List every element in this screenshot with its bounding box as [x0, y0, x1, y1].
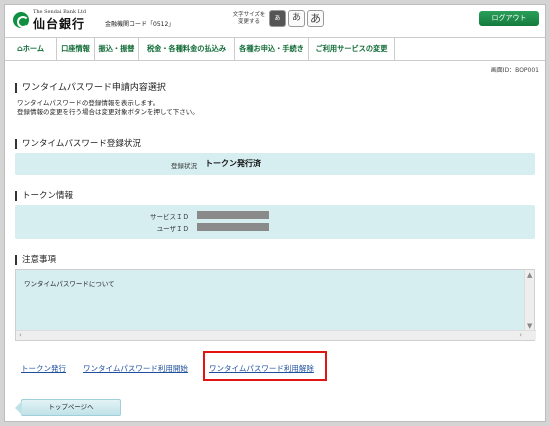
user-id-label: ユーザＩＤ: [156, 225, 189, 233]
fontsize-large-button[interactable]: あ: [307, 10, 324, 27]
scroll-left-icon[interactable]: ‹: [19, 331, 22, 340]
nav-transfer[interactable]: 振込・振替: [95, 38, 139, 60]
nav-applications[interactable]: 各種お申込・手続き: [235, 38, 309, 60]
page-description-line2: 登録情報の変更を行う場合は変更対象ボタンを押して下さい。: [17, 108, 199, 116]
scroll-up-icon[interactable]: ▲: [527, 271, 532, 280]
screen-id: 画面ID：BOP001: [490, 67, 539, 74]
page-description-line1: ワンタイムパスワードの登録情報を表示します。: [17, 99, 160, 107]
logout-button[interactable]: ログアウト: [479, 11, 539, 26]
page-title: ワンタイムパスワード申請内容選択: [15, 83, 166, 93]
registration-panel: 登録状況 トークン発行済: [15, 153, 535, 175]
fontsize-small-button[interactable]: あ: [269, 10, 286, 27]
fontsize-label: 文字サイズを 変更する: [229, 12, 269, 26]
page-frame: The Sendai Bank Ltd 仙台銀行 金融機関コード「0512」 文…: [4, 4, 546, 422]
sendai-bank-logo-icon: [13, 12, 29, 28]
registration-heading: ワンタイムパスワード登録状況: [15, 139, 141, 149]
nav-account-info[interactable]: 口座情報: [57, 38, 95, 60]
notes-text: ワンタイムパスワードについて: [24, 280, 115, 288]
token-issue-link[interactable]: トークン発行: [21, 363, 66, 374]
nav-home[interactable]: ⌂ホーム: [5, 38, 57, 60]
token-panel: サービスＩＤ ユーザＩＤ: [15, 205, 535, 239]
nav-tax-payment[interactable]: 税金・各種料金の払込み: [139, 38, 235, 60]
token-heading: トークン情報: [15, 191, 73, 201]
otp-start-link[interactable]: ワンタイムパスワード利用開始: [83, 363, 188, 374]
fontsize-label-line2: 変更する: [237, 19, 260, 25]
fontsize-medium-button[interactable]: あ: [288, 10, 305, 27]
header: The Sendai Bank Ltd 仙台銀行 金融機関コード「0512」 文…: [5, 5, 545, 33]
scroll-right-icon[interactable]: ›: [519, 331, 522, 340]
fontsize-label-line1: 文字サイズを: [232, 12, 266, 18]
bank-code: 金融機関コード「0512」: [105, 21, 175, 28]
user-id-masked: [197, 223, 269, 231]
otp-cancel-link[interactable]: ワンタイムパスワード利用解除: [209, 363, 314, 374]
main-nav: ⌂ホーム 口座情報 振込・振替 税金・各種料金の払込み 各種お申込・手続き ご利…: [5, 37, 545, 61]
logo-japanese: 仙台銀行: [33, 17, 86, 31]
service-id-label: サービスＩＤ: [150, 213, 189, 221]
notes-vertical-scrollbar[interactable]: ▲ ▼: [524, 270, 534, 332]
notes-textarea[interactable]: ワンタイムパスワードについて ▲ ▼ ‹ ›: [15, 269, 536, 341]
status-value: トークン発行済: [205, 159, 261, 168]
notes-horizontal-scrollbar[interactable]: ‹ ›: [16, 330, 536, 340]
nav-home-label: ホーム: [22, 44, 45, 53]
top-page-button[interactable]: トップページへ: [15, 399, 121, 416]
nav-service-change[interactable]: ご利用サービスの変更: [309, 38, 395, 60]
notes-heading: 注意事項: [15, 255, 56, 265]
status-label: 登録状況: [171, 162, 197, 170]
service-id-masked: [197, 211, 269, 219]
